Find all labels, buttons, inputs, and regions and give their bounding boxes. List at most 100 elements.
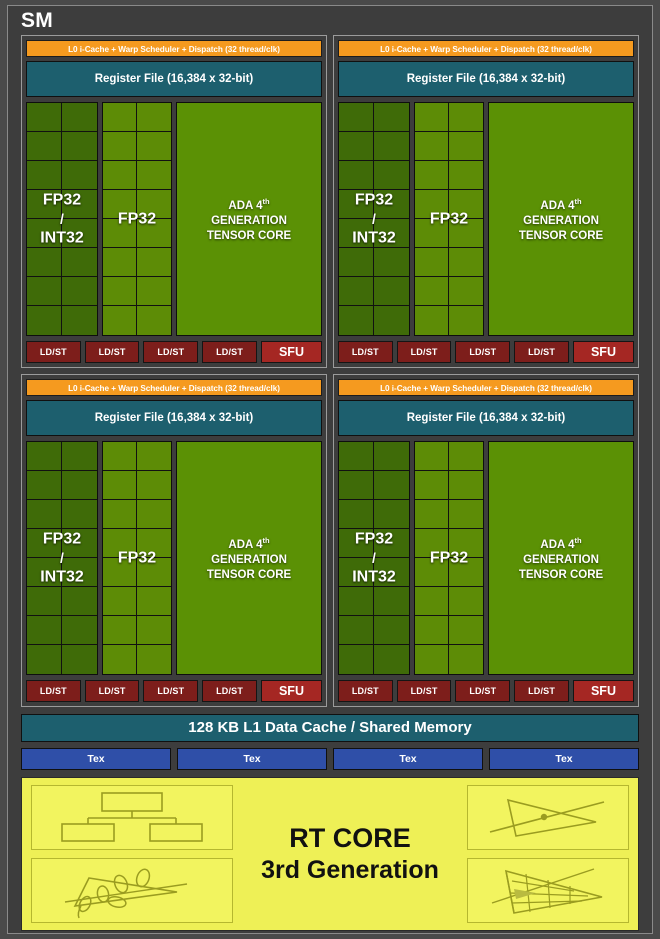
core-cell (374, 529, 409, 558)
core-cell (62, 645, 97, 674)
ldst-unit[interactable]: LD/ST (202, 680, 257, 702)
core-cell (103, 471, 137, 500)
ldst-unit[interactable]: LD/ST (338, 341, 393, 363)
sm-block: SM L0 i-Cache + Warp Scheduler + Dispatc… (7, 5, 653, 934)
core-cell (415, 645, 449, 674)
core-cell (27, 645, 62, 674)
register-file-bar: Register File (16,384 x 32-bit) (26, 400, 322, 436)
core-cell (339, 132, 374, 161)
core-cell (374, 161, 409, 190)
core-cell (449, 161, 483, 190)
ldst-unit[interactable]: LD/ST (514, 341, 569, 363)
ldst-unit[interactable]: LD/ST (396, 680, 452, 702)
texture-unit[interactable]: Tex (333, 748, 483, 770)
tensor-core-superscript: th (262, 197, 270, 207)
core-area: FP32/INT32 FP32 ADA 4th GENERATION TENSOR CO… (338, 441, 634, 675)
ldst-unit[interactable]: LD/ST (514, 680, 569, 702)
sfu-unit[interactable]: SFU (572, 680, 634, 702)
core-cell (339, 471, 374, 500)
core-cell (103, 529, 137, 558)
rt-icons-left-column (31, 785, 233, 923)
rt-core-block: RT CORE 3rd Generation (21, 777, 639, 931)
ldst-unit[interactable]: LD/ST (143, 680, 199, 702)
core-cell (449, 277, 483, 306)
core-cell (374, 500, 409, 529)
ldst-unit[interactable]: LD/ST (84, 341, 140, 363)
core-cell (27, 500, 62, 529)
micro-mesh-displaced-triangle-icon (467, 858, 629, 923)
core-cell (374, 587, 409, 616)
core-cell (449, 219, 483, 248)
core-cell (374, 277, 409, 306)
core-cell (137, 306, 171, 335)
core-cell (415, 500, 449, 529)
tensor-core-block: ADA 4th GENERATION TENSOR CORE (176, 102, 322, 336)
core-cell (449, 306, 483, 335)
core-cell (27, 587, 62, 616)
tensor-core-superscript: th (262, 536, 270, 546)
ldst-unit[interactable]: LD/ST (26, 680, 81, 702)
core-cell (27, 248, 62, 277)
texture-unit[interactable]: Tex (21, 748, 171, 770)
texture-unit-row: Tex Tex Tex Tex (21, 748, 639, 770)
core-cell (103, 277, 137, 306)
ldst-unit[interactable]: LD/ST (143, 341, 199, 363)
sfu-unit[interactable]: SFU (572, 341, 634, 363)
tensor-core-block: ADA 4th GENERATION TENSOR CORE (488, 441, 634, 675)
ldst-unit[interactable]: LD/ST (455, 341, 511, 363)
core-cell (27, 161, 62, 190)
core-cell (27, 529, 62, 558)
core-cell (374, 442, 409, 471)
ldst-unit[interactable]: LD/ST (396, 341, 452, 363)
core-cell (374, 132, 409, 161)
core-cell (62, 500, 97, 529)
core-cell (374, 645, 409, 674)
core-cell (137, 558, 171, 587)
rt-core-title-line1: RT CORE (289, 822, 411, 853)
core-cell (415, 616, 449, 645)
warp-scheduler-bar: L0 i-Cache + Warp Scheduler + Dispatch (… (26, 379, 322, 396)
ldst-unit[interactable]: LD/ST (455, 680, 511, 702)
sm-title: SM (21, 9, 54, 32)
core-cell (27, 132, 62, 161)
core-cell (339, 161, 374, 190)
core-cell (103, 587, 137, 616)
core-cell (415, 471, 449, 500)
rt-core-title: RT CORE 3rd Generation (241, 823, 459, 885)
warp-scheduler-bar: L0 i-Cache + Warp Scheduler + Dispatch (… (26, 40, 322, 57)
ldst-sfu-row: LD/ST LD/ST LD/ST LD/ST SFU (338, 680, 634, 702)
core-cell (137, 248, 171, 277)
ldst-unit[interactable]: LD/ST (202, 341, 257, 363)
core-cell (415, 219, 449, 248)
sfu-unit[interactable]: SFU (260, 680, 322, 702)
core-cell (339, 442, 374, 471)
ldst-unit[interactable]: LD/ST (84, 680, 140, 702)
ray-triangle-intersection-icon (467, 785, 629, 850)
core-cell (137, 161, 171, 190)
core-cell (62, 587, 97, 616)
core-cell (62, 306, 97, 335)
processing-block-grid: L0 i-Cache + Warp Scheduler + Dispatch (… (8, 35, 652, 707)
core-cell (137, 471, 171, 500)
core-cell (103, 248, 137, 277)
ldst-unit[interactable]: LD/ST (338, 680, 393, 702)
core-cell (339, 248, 374, 277)
texture-unit[interactable]: Tex (177, 748, 327, 770)
texture-unit[interactable]: Tex (489, 748, 639, 770)
sfu-unit[interactable]: SFU (260, 341, 322, 363)
core-cell (137, 132, 171, 161)
core-cell (62, 190, 97, 219)
tensor-core-superscript: th (574, 536, 582, 546)
core-cell (374, 306, 409, 335)
core-cell (339, 277, 374, 306)
ldst-unit[interactable]: LD/ST (26, 341, 81, 363)
core-cell (415, 190, 449, 219)
core-cell (449, 558, 483, 587)
core-cell (339, 190, 374, 219)
core-cell (449, 442, 483, 471)
core-cell (62, 442, 97, 471)
core-cell (103, 161, 137, 190)
fp32-int32-core-column: FP32/INT32 (26, 102, 98, 336)
register-file-bar: Register File (16,384 x 32-bit) (338, 400, 634, 436)
core-cell (137, 190, 171, 219)
